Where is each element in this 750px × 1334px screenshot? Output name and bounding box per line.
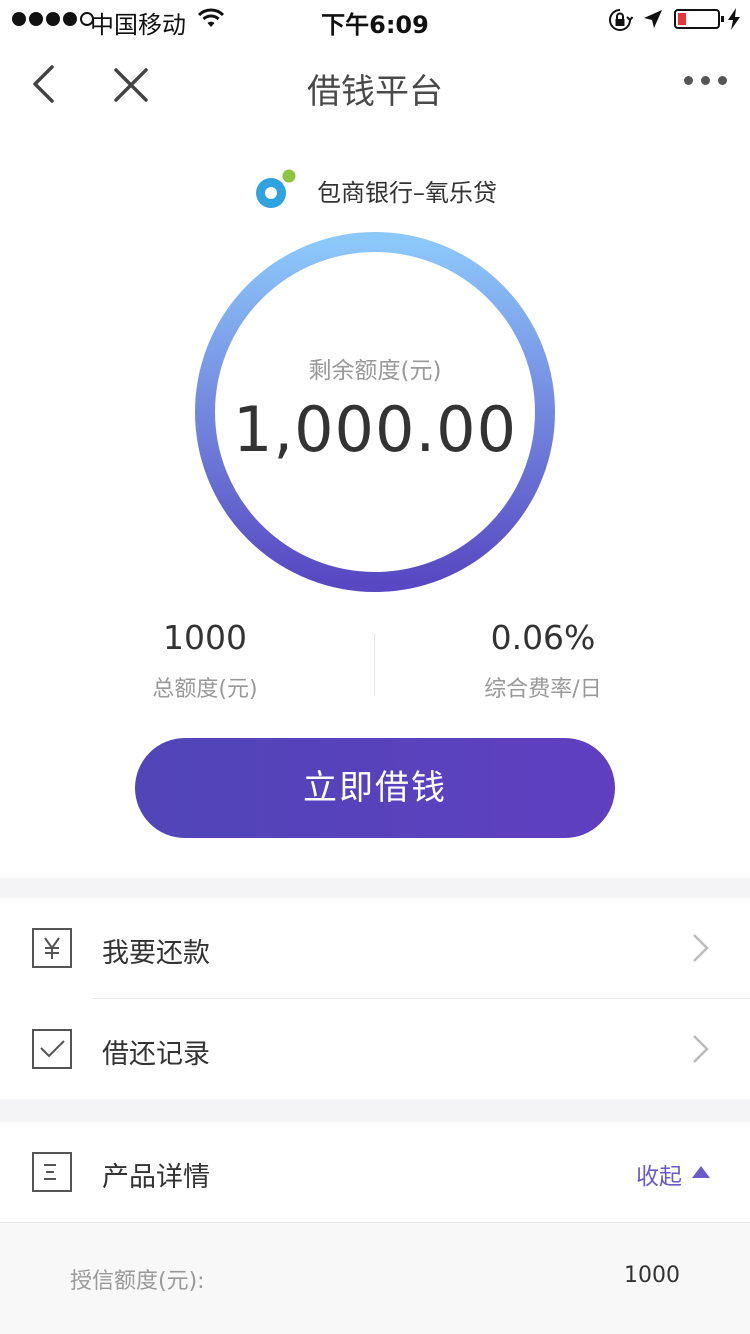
- chevron-right-icon: [690, 1033, 710, 1069]
- document-icon: [32, 1152, 72, 1192]
- credit-line-value: 1000: [624, 1263, 680, 1288]
- menu-item-repay[interactable]: 我要还款: [0, 898, 750, 998]
- chevron-right-icon: [690, 932, 710, 968]
- credit-line-key: 授信额度(元):: [70, 1269, 205, 1294]
- battery-level: [678, 13, 686, 25]
- credit-summary: 剩余额度(元) 1,000.00: [194, 231, 556, 593]
- section-gap: [0, 1099, 750, 1122]
- checkmark-icon: [32, 1029, 72, 1069]
- nav-bar: 借钱平台: [0, 40, 750, 130]
- total-credit-stat: 1000 总额度(元): [20, 612, 390, 703]
- charging-bolt-icon: [728, 8, 740, 34]
- collapse-link[interactable]: 收起: [636, 1157, 682, 1191]
- product-details-header[interactable]: 产品详情 收起: [0, 1122, 750, 1223]
- bank-logo-icon: [253, 168, 297, 212]
- location-arrow-icon: [642, 8, 664, 34]
- total-credit-value: 1000: [163, 618, 247, 657]
- repay-label: 我要还款: [102, 938, 210, 969]
- bank-header: 包商银行–氧乐贷: [0, 168, 750, 212]
- status-bar: 中国移动 下午6:09: [0, 0, 750, 40]
- borrow-now-button[interactable]: 立即借钱: [135, 738, 615, 838]
- yuan-icon: [32, 928, 72, 968]
- fee-rate-stat: 0.06% 综合费率/日: [358, 612, 728, 703]
- page-title: 借钱平台: [307, 72, 443, 112]
- product-details-label: 产品详情: [102, 1162, 210, 1193]
- menu-item-records[interactable]: 借还记录: [0, 999, 750, 1099]
- status-time: 下午6:09: [321, 11, 429, 39]
- remaining-credit-amount: 1,000.00: [232, 393, 518, 466]
- product-details-panel: 授信额度(元): 1000: [0, 1223, 750, 1334]
- remaining-credit-label: 剩余额度(元): [308, 358, 442, 384]
- more-dots-icon[interactable]: [684, 76, 727, 85]
- section-gap: [0, 878, 750, 898]
- battery-icon: [674, 9, 724, 29]
- fee-rate-value: 0.06%: [490, 618, 596, 657]
- bank-name: 包商银行–氧乐贷: [317, 178, 497, 207]
- rotation-lock-icon: [607, 8, 634, 36]
- total-credit-caption: 总额度(元): [152, 677, 258, 702]
- fee-rate-caption: 综合费率/日: [484, 677, 602, 702]
- triangle-up-icon[interactable]: [692, 1166, 710, 1178]
- records-label: 借还记录: [102, 1039, 210, 1070]
- credit-stats: 1000 总额度(元) 0.06% 综合费率/日: [0, 612, 750, 712]
